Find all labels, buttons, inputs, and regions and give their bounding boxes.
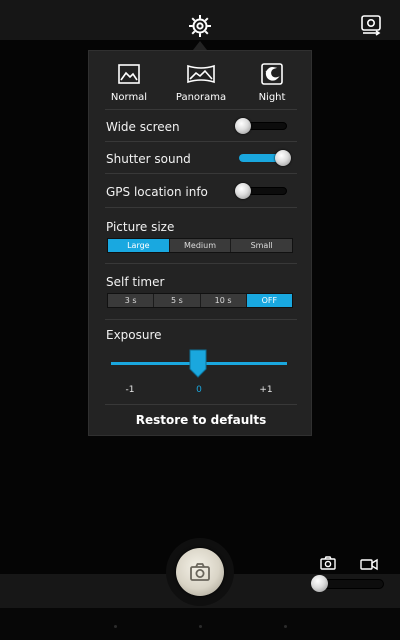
exposure-tick-zero: 0 <box>196 385 202 395</box>
toggle-knob <box>235 183 251 199</box>
mode-normal-label: Normal <box>110 92 148 103</box>
self-timer-10s[interactable]: 10 s <box>200 294 247 307</box>
divider <box>105 173 297 174</box>
mode-normal[interactable]: Normal <box>94 57 164 109</box>
wide-screen-toggle[interactable] <box>235 118 291 134</box>
gps-label: GPS location info <box>106 185 208 199</box>
divider <box>105 263 297 264</box>
panorama-icon <box>187 64 215 84</box>
exposure-label: Exposure <box>106 328 162 342</box>
photo-mode-icon[interactable] <box>320 555 336 570</box>
top-bar <box>0 0 400 40</box>
mode-night[interactable]: Night <box>237 57 307 109</box>
picture-size-selector: Large Medium Small <box>107 238 293 253</box>
divider <box>105 319 297 320</box>
exposure-tick-min: -1 <box>125 385 135 395</box>
panel-pointer <box>193 41 207 50</box>
self-timer-5s[interactable]: 5 s <box>154 294 201 307</box>
divider <box>105 404 297 405</box>
exposure-slider-thumb[interactable] <box>189 349 207 379</box>
self-timer-off[interactable]: OFF <box>246 294 292 307</box>
settings-panel: Normal Panorama Night Wide screen Shutte… <box>88 50 312 436</box>
wide-screen-label: Wide screen <box>106 120 180 134</box>
switch-camera-icon[interactable] <box>358 12 384 38</box>
gps-toggle[interactable] <box>235 183 291 199</box>
nav-dot <box>284 625 287 628</box>
shutter-sound-toggle[interactable] <box>235 150 291 166</box>
toggle-knob <box>235 118 251 134</box>
picture-size-large[interactable]: Large <box>108 239 170 252</box>
divider <box>105 141 297 142</box>
exposure-tick-max: +1 <box>259 385 273 395</box>
nav-dot <box>114 625 117 628</box>
self-timer-selector: 3 s 5 s 10 s OFF <box>107 293 293 308</box>
divider <box>105 207 297 208</box>
mode-night-label: Night <box>258 92 286 103</box>
night-mode-icon <box>261 63 283 85</box>
toggle-knob <box>275 150 291 166</box>
camera-screen: Normal Panorama Night Wide screen Shutte… <box>0 0 400 640</box>
picture-size-small[interactable]: Small <box>231 239 293 252</box>
nav-dot <box>199 625 202 628</box>
self-timer-label: Self timer <box>106 275 165 289</box>
mode-panorama-label: Panorama <box>175 92 227 103</box>
gear-icon[interactable] <box>187 13 213 39</box>
picture-size-medium[interactable]: Medium <box>169 239 232 252</box>
restore-defaults-button[interactable]: Restore to defaults <box>89 407 313 433</box>
image-icon <box>118 64 140 84</box>
shutter-button[interactable] <box>176 548 224 596</box>
picture-size-label: Picture size <box>106 220 175 234</box>
divider <box>105 109 297 110</box>
navigation-strip <box>0 608 400 640</box>
mode-panorama[interactable]: Panorama <box>166 57 236 109</box>
scene-modes: Normal Panorama Night <box>89 57 313 109</box>
camera-icon <box>190 563 210 581</box>
self-timer-3s[interactable]: 3 s <box>108 294 155 307</box>
video-camera-icon[interactable] <box>360 556 378 571</box>
camera-video-switch-knob[interactable] <box>311 575 328 592</box>
shutter-sound-label: Shutter sound <box>106 152 191 166</box>
